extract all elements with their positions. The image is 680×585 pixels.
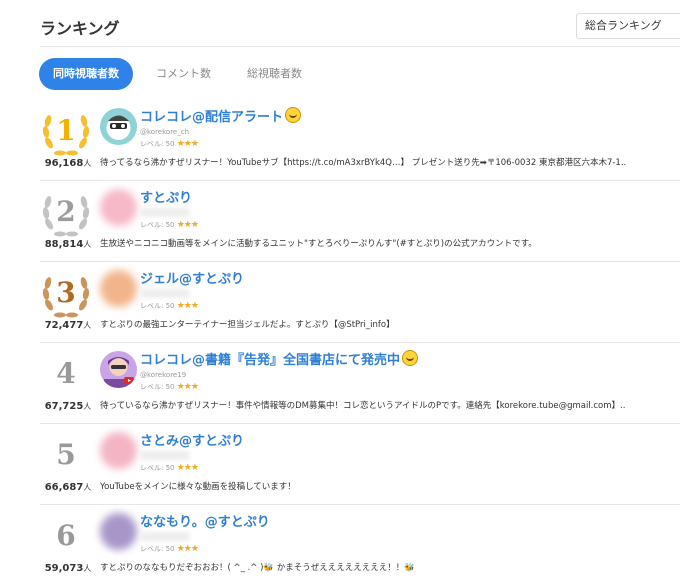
channel-description: すとぷりの最強エンターテイナー担当ジェルだよ。すとぷり【@StPri_info】 xyxy=(100,320,395,330)
viewer-count: 96,168人 xyxy=(44,158,92,169)
tab-comments[interactable]: コメント数 xyxy=(143,58,224,90)
channel-name[interactable]: ジェル@すとぷり xyxy=(140,268,244,287)
level-rating: レベル: 50 ★★★ xyxy=(140,301,199,311)
rank-number: 4 xyxy=(56,357,76,390)
rank-badge: 4 xyxy=(40,351,92,401)
ranking-row[interactable]: 6 59,073人 ななもり。@すとぷり レベル: 50 ★★★ すとぷりのなな… xyxy=(40,505,680,585)
channel-description: 待ってるなら沸かすぜリスナー！YouTubeサブ【https://t.co/mA… xyxy=(100,158,627,168)
star-rating-icon: ★★★ xyxy=(176,220,199,230)
smile-emoji-icon xyxy=(285,107,302,123)
channel-description: 待っているなら沸かすぜリスナー！事件や情報等のDM募集中！コレ恋というアイドルの… xyxy=(100,401,626,411)
ranking-row[interactable]: 1 96,168人 コレコレ@配信アラート @korekore_ch レベル: … xyxy=(40,100,680,181)
page-title: ランキング xyxy=(40,19,120,38)
ranking-row[interactable]: 3 72,477人 ジェル@すとぷり レベル: 50 ★★★ すとぷりの最強エン… xyxy=(40,262,680,343)
rank-number: 6 xyxy=(56,519,76,552)
channel-name[interactable]: コレコレ@書籍『告発』全国書店にて発売中 xyxy=(140,349,419,368)
channel-name[interactable]: すとぷり xyxy=(140,187,192,206)
channel-description: YouTubeをメインに様々な動画を投稿しています！ xyxy=(100,482,296,492)
ranking-type-select[interactable]: 総合ランキング xyxy=(576,13,680,39)
smile-emoji-icon xyxy=(402,350,419,366)
rank-number: 2 xyxy=(56,195,76,228)
rank-number: 3 xyxy=(56,276,76,309)
channel-handle xyxy=(140,532,190,541)
rank-badge: 1 xyxy=(40,108,92,158)
star-rating-icon: ★★★ xyxy=(176,463,199,473)
ranking-row[interactable]: 2 88,814人 すとぷり レベル: 50 ★★★ 生放送やニコニコ動画等をメ… xyxy=(40,181,680,262)
level-rating: レベル: 50 ★★★ xyxy=(140,382,199,392)
level-rating: レベル: 50 ★★★ xyxy=(140,544,199,554)
rank-number: 1 xyxy=(56,114,76,147)
viewer-count: 67,725人 xyxy=(44,401,92,412)
channel-description: 生放送やニコニコ動画等をメインに活動するユニット"すとろべりーぷりんす"(#すと… xyxy=(100,239,537,249)
level-rating: レベル: 50 ★★★ xyxy=(140,139,199,149)
channel-description: すとぷりのななもりだぞおおお！( ^_ .^ )🐝 かまそうぜええええええええ！… xyxy=(100,563,415,573)
header-divider xyxy=(40,46,680,47)
channel-name[interactable]: ななもり。@すとぷり xyxy=(140,511,270,530)
avatar[interactable] xyxy=(100,351,137,388)
channel-name[interactable]: コレコレ@配信アラート xyxy=(140,106,302,125)
avatar[interactable] xyxy=(100,108,137,145)
tab-total-viewers[interactable]: 総視聴者数 xyxy=(234,58,315,90)
rank-badge: 3 xyxy=(40,270,92,320)
star-rating-icon: ★★★ xyxy=(176,139,199,149)
star-rating-icon: ★★★ xyxy=(176,382,199,392)
channel-handle xyxy=(140,208,190,217)
avatar[interactable] xyxy=(100,432,137,469)
viewer-count: 72,477人 xyxy=(44,320,92,331)
rank-badge: 5 xyxy=(40,432,92,482)
viewer-count: 88,814人 xyxy=(44,239,92,250)
ranking-row[interactable]: 4 67,725人 コレコレ@書籍『告発』全国書店にて発売中 @korekore… xyxy=(40,343,680,424)
viewer-count: 59,073人 xyxy=(44,563,92,574)
avatar[interactable] xyxy=(100,189,137,226)
level-rating: レベル: 50 ★★★ xyxy=(140,463,199,473)
channel-handle xyxy=(140,289,190,298)
rank-number: 5 xyxy=(56,438,76,471)
ranking-row[interactable]: 5 66,687人 さとみ@すとぷり レベル: 50 ★★★ YouTubeをメ… xyxy=(40,424,680,505)
ranking-list: 1 96,168人 コレコレ@配信アラート @korekore_ch レベル: … xyxy=(0,100,680,585)
avatar[interactable] xyxy=(100,513,137,550)
channel-handle xyxy=(140,451,190,460)
avatar[interactable] xyxy=(100,270,137,307)
channel-name[interactable]: さとみ@すとぷり xyxy=(140,430,244,449)
star-rating-icon: ★★★ xyxy=(176,544,199,554)
rank-badge: 6 xyxy=(40,513,92,563)
tab-bar: 同時視聴者数 コメント数 総視聴者数 xyxy=(39,58,325,90)
tab-concurrent-viewers[interactable]: 同時視聴者数 xyxy=(39,58,133,90)
viewer-count: 66,687人 xyxy=(44,482,92,493)
rank-badge: 2 xyxy=(40,189,92,239)
star-rating-icon: ★★★ xyxy=(176,301,199,311)
channel-handle: @korekore_ch xyxy=(140,128,190,136)
channel-handle: @korekore19 xyxy=(140,371,187,379)
level-rating: レベル: 50 ★★★ xyxy=(140,220,199,230)
